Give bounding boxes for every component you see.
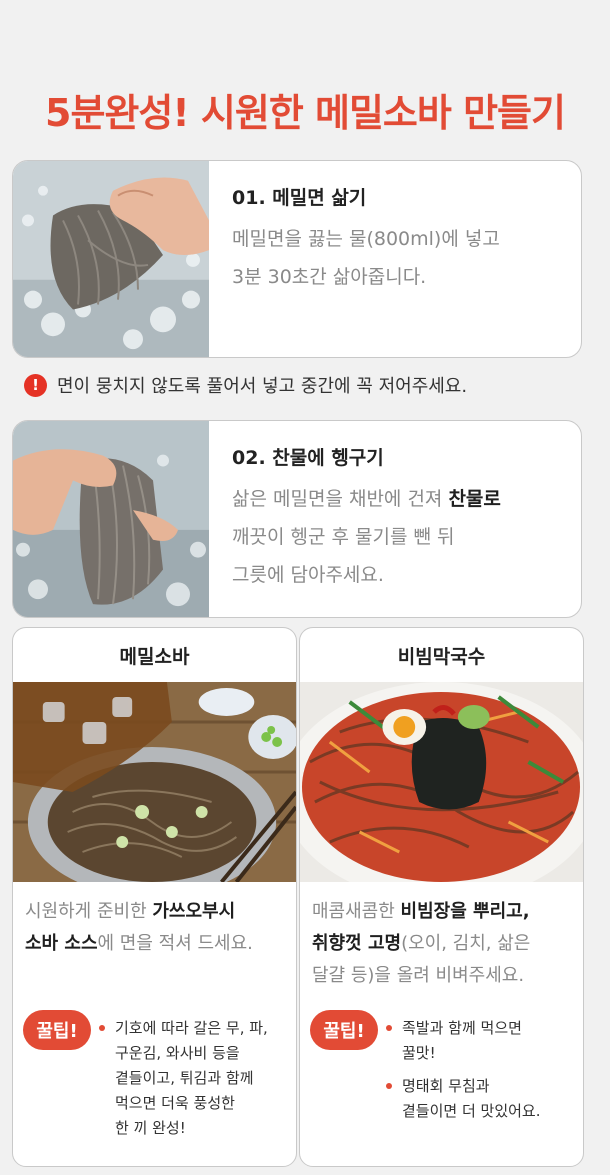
recipe-name: 비빔막국수: [397, 645, 486, 668]
step-2-title: 02. 찬물에 헹구기: [232, 447, 384, 469]
recipe-desc-text: 매콤새콤한: [312, 901, 401, 922]
tip-badge: 꿀팁!: [310, 1010, 378, 1050]
step-1-line-1: 메밀면을 끓는 물(800ml)에 넣고: [232, 228, 500, 250]
tip-badge: 꿀팁!: [23, 1010, 91, 1050]
tip-item: 족발과 함께 먹으면 꿀맛!: [386, 1016, 578, 1066]
recipe-desc-bold: 취향껏 고명: [312, 933, 402, 954]
notice: ! 면이 뭉치지 않도록 풀어서 넣고 중간에 꼭 저어주세요.: [24, 372, 467, 398]
recipe-card-soba: 메밀소바 시원하게 준비한 가쓰오부시 소바 소스에 면을 적셔 드세요. 꿀팁…: [12, 627, 297, 1167]
soba-photo: [13, 682, 296, 882]
recipe-desc-text: (오이, 김치, 삶은: [401, 933, 531, 954]
recipe-desc-text: 시원하게 준비한: [25, 901, 153, 922]
step-2-line-1: 삶은 메밀면을 채반에 건져 찬물로: [232, 480, 571, 518]
step-2-line-2: 깨끗이 헹군 후 물기를 뺀 뒤: [232, 526, 455, 548]
page-title: 5분완성! 시원한 메밀소바 만들기: [45, 91, 566, 135]
recipe-desc-line-1: 매콤새콤한 비빔장을 뿌리고,: [312, 896, 575, 928]
step-card-1: 01. 메밀면 삶기 메밀면을 끓는 물(800ml)에 넣고 3분 30초간 …: [12, 160, 582, 358]
rinsing-noodles-photo: [13, 421, 209, 617]
step-2-line-3: 그릇에 담아주세요.: [232, 564, 384, 586]
recipe-name: 메밀소바: [119, 645, 190, 668]
boiling-noodles-photo: [13, 161, 209, 357]
bibim-makguksu-photo: [300, 682, 583, 882]
recipe-desc-line-2: 취향껏 고명(오이, 김치, 삶은: [312, 928, 575, 960]
recipe-desc-line-1: 시원하게 준비한 가쓰오부시: [25, 896, 288, 928]
step-1-title: 01. 메밀면 삶기: [232, 187, 367, 209]
step-1-line-2: 3분 30초간 삶아줍니다.: [232, 266, 427, 288]
recipe-description: 시원하게 준비한 가쓰오부시 소바 소스에 면을 적셔 드세요.: [25, 896, 288, 960]
step-card-2: 02. 찬물에 헹구기 삶은 메밀면을 채반에 건져 찬물로 깨끗이 헹군 후 …: [12, 420, 582, 618]
recipe-desc-line-2: 소바 소스에 면을 적셔 드세요.: [25, 928, 288, 960]
recipe-desc-bold: 비빔장을 뿌리고,: [400, 901, 530, 922]
step-2-line-1-bold: 찬물로: [448, 488, 501, 510]
alert-icon: !: [24, 373, 47, 397]
step-2-line-1-text: 삶은 메밀면을 채반에 건져: [232, 488, 449, 510]
recipe-description: 매콤새콤한 비빔장을 뿌리고, 취향껏 고명(오이, 김치, 삶은 달걀 등)을…: [312, 896, 575, 992]
notice-text: 면이 뭉치지 않도록 풀어서 넣고 중간에 꼭 저어주세요.: [57, 376, 468, 397]
tip-list: 기호에 따라 갈은 무, 파, 구운김, 와사비 등을 곁들이고, 튀김과 함께…: [99, 1016, 291, 1149]
recipe-desc-bold: 소바 소스: [25, 933, 98, 954]
recipe-card-bibim: 비빔막국수 매콤새콤한 비빔장을 뿌리고, 취향껏 고명(오이, 김치, 삶은 …: [299, 627, 584, 1167]
recipe-desc-line-3: 달걀 등)을 올려 비벼주세요.: [312, 965, 525, 986]
tip-item: 기호에 따라 갈은 무, 파, 구운김, 와사비 등을 곁들이고, 튀김과 함께…: [99, 1016, 291, 1141]
recipe-desc-text: 에 면을 적셔 드세요.: [97, 933, 253, 954]
tip-list: 족발과 함께 먹으면 꿀맛! 명태회 무침과 곁들이면 더 맛있어요.: [386, 1016, 578, 1132]
recipe-desc-bold: 가쓰오부시: [152, 901, 236, 922]
tip-item: 명태회 무침과 곁들이면 더 맛있어요.: [386, 1074, 578, 1124]
